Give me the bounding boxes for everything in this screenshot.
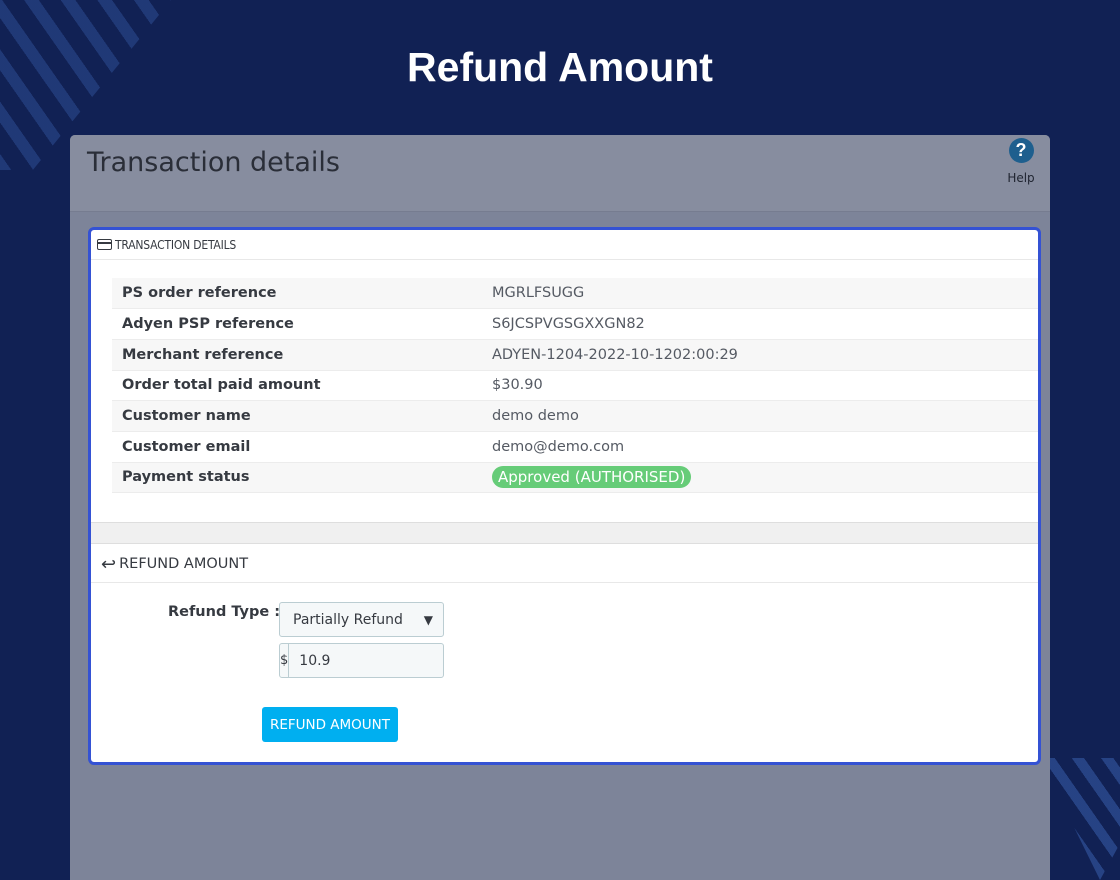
section-divider [91, 522, 1038, 544]
row-label: Adyen PSP reference [112, 308, 492, 340]
refund-section-title: REFUND AMOUNT [119, 556, 249, 572]
row-label: Payment status [112, 462, 492, 494]
refund-amount-button[interactable]: REFUND AMOUNT [262, 707, 398, 742]
credit-card-icon [97, 239, 112, 250]
page-header: Transaction details ? Help [70, 135, 1050, 212]
page-title: Transaction details [87, 147, 340, 178]
row-label: Order total paid amount [112, 370, 492, 402]
row-label: Customer name [112, 400, 492, 432]
transaction-panel: TRANSACTION DETAILS PS order reference M… [88, 227, 1041, 765]
status-badge: Approved (AUTHORISED) [492, 466, 692, 489]
table-row: Customer name demo demo [112, 400, 1038, 432]
refund-section-header: ↩ REFUND AMOUNT [91, 546, 1038, 583]
row-value: ADYEN-1204-2022-10-1202:00:29 [492, 339, 1038, 371]
refund-type-selected-value: Partially Refund [293, 611, 403, 628]
transaction-section-title: TRANSACTION DETAILS [115, 237, 237, 252]
transaction-details-table: PS order reference MGRLFSUGG Adyen PSP r… [112, 278, 1038, 494]
transaction-section-header: TRANSACTION DETAILS [91, 230, 1038, 260]
help-button[interactable]: ? Help [1006, 138, 1036, 185]
row-label: PS order reference [112, 278, 492, 310]
table-row: Customer email demo@demo.com [112, 431, 1038, 463]
table-row: Adyen PSP reference S6JCSPVGSGXXGN82 [112, 308, 1038, 340]
row-label: Merchant reference [112, 339, 492, 371]
table-row: Merchant reference ADYEN-1204-2022-10-12… [112, 339, 1038, 371]
row-value-status: Approved (AUTHORISED) [492, 462, 1038, 494]
row-value: demo@demo.com [492, 431, 1038, 463]
refund-amount-group: $ [279, 643, 474, 678]
decorative-stripes-bottom-right [1040, 758, 1120, 880]
row-value: MGRLFSUGG [492, 278, 1038, 310]
hero-title: Refund Amount [407, 44, 713, 90]
row-label: Customer email [112, 431, 492, 463]
admin-window: Transaction details ? Help TRANSACTION D… [70, 135, 1050, 880]
table-row: Payment status Approved (AUTHORISED) [112, 462, 1038, 494]
refund-type-select[interactable]: Partially Refund ▼ [279, 602, 444, 637]
currency-addon: $ [280, 644, 290, 677]
chevron-down-icon: ▼ [423, 612, 433, 627]
table-row: Order total paid amount $30.90 [112, 370, 1038, 402]
row-value: $30.90 [492, 370, 1038, 402]
table-row: PS order reference MGRLFSUGG [112, 278, 1038, 310]
reply-arrow-icon: ↩ [101, 553, 117, 575]
refund-type-label: Refund Type : [168, 604, 281, 620]
row-value: S6JCSPVGSGXXGN82 [492, 308, 1038, 340]
row-value: demo demo [492, 400, 1038, 432]
help-label: Help [1007, 171, 1035, 185]
question-circle-icon: ? [1008, 138, 1034, 163]
refund-amount-input[interactable] [289, 644, 474, 677]
